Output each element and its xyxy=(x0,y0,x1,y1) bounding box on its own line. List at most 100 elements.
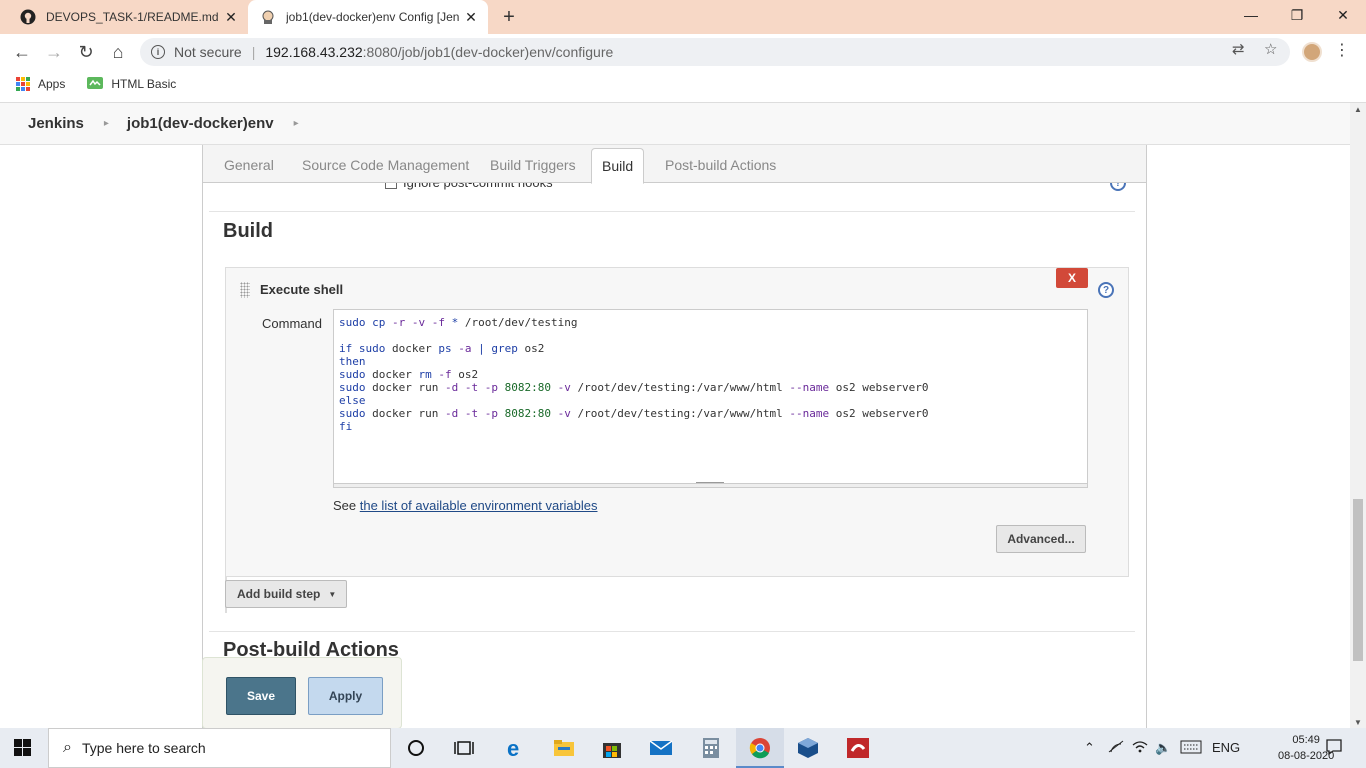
home-icon[interactable]: ⌂ xyxy=(106,40,130,64)
forward-icon[interactable]: → xyxy=(42,40,66,64)
reload-icon[interactable]: ↻ xyxy=(74,40,98,64)
scrollbar-thumb[interactable] xyxy=(1353,499,1363,661)
scroll-up-icon[interactable]: ▲ xyxy=(1354,105,1362,114)
task-view-icon[interactable] xyxy=(452,736,476,760)
terminal-app-icon[interactable] xyxy=(846,736,870,760)
drag-handle-icon[interactable] xyxy=(240,282,250,298)
command-line: fi xyxy=(339,420,353,433)
scroll-down-icon[interactable]: ▼ xyxy=(1354,718,1362,727)
apps-grid-icon xyxy=(16,77,30,91)
add-build-step-label: Add build step xyxy=(237,587,321,601)
add-build-step-button[interactable]: Add build step ▼ xyxy=(225,580,347,608)
menu-kebab-icon[interactable]: ⋮ xyxy=(1334,40,1350,60)
browser-tab-github[interactable]: DEVOPS_TASK-1/README.md at ✕ xyxy=(8,0,248,34)
tab-post-build-actions[interactable]: Post-build Actions xyxy=(665,157,776,173)
command-line: then xyxy=(339,355,366,368)
virtualbox-icon[interactable] xyxy=(796,736,820,760)
save-bar: Save Apply xyxy=(202,657,402,728)
tab-source-code-management[interactable]: Source Code Management xyxy=(302,157,469,173)
env-vars-link[interactable]: the list of available environment variab… xyxy=(360,498,598,513)
breadcrumb: Jenkins ▸ job1(dev-docker)env ▸ xyxy=(0,103,1350,145)
execute-shell-step: Execute shell X ? Command sudo cp -r -v … xyxy=(225,267,1129,577)
page-scrollbar[interactable]: ▲ ▼ xyxy=(1350,103,1366,728)
network-icon[interactable] xyxy=(1108,740,1124,757)
command-textarea[interactable]: sudo cp -r -v -f * /root/dev/testing if s… xyxy=(333,309,1088,488)
breadcrumb-arrow-icon[interactable]: ▸ xyxy=(104,118,109,129)
step-title: Execute shell xyxy=(260,282,344,297)
search-placeholder: Type here to search xyxy=(81,740,206,756)
config-tabs: General Source Code Management Build Tri… xyxy=(203,145,1146,184)
html-basic-icon xyxy=(87,76,104,92)
search-icon: ⌕ xyxy=(63,739,72,756)
minimize-icon[interactable]: — xyxy=(1228,0,1274,30)
help-icon[interactable]: ? xyxy=(1098,282,1114,298)
taskbar-search[interactable]: ⌕ Type here to search xyxy=(48,728,391,768)
svg-text:e: e xyxy=(507,737,519,759)
wifi-icon[interactable] xyxy=(1132,740,1148,757)
address-separator: | xyxy=(251,44,256,60)
env-vars-hint: See the list of available environment va… xyxy=(333,498,598,513)
config-form: Ignore post-commit hooks ? General Sourc… xyxy=(202,145,1147,728)
tab-title: DEVOPS_TASK-1/README.md at xyxy=(46,10,220,24)
command-label: Command xyxy=(262,316,322,331)
caret-down-icon: ▼ xyxy=(328,589,337,599)
github-icon xyxy=(20,9,36,25)
translate-icon[interactable]: ⇄ xyxy=(1232,40,1245,58)
address-bar[interactable]: i Not secure | 192.168.43.232 :8080/job/… xyxy=(140,38,1290,66)
bookmark-label: Apps xyxy=(38,77,66,91)
windows-taskbar: ⌕ Type here to search e ⌃ 🔈 ENG 05:49 08… xyxy=(0,728,1366,768)
command-line: if sudo docker ps -a | grep os2 xyxy=(339,342,545,355)
section-divider xyxy=(209,631,1135,632)
calculator-icon[interactable] xyxy=(699,736,723,760)
delete-step-button[interactable]: X xyxy=(1056,268,1088,288)
jenkins-icon xyxy=(260,9,276,25)
tab-general[interactable]: General xyxy=(224,157,274,173)
save-button[interactable]: Save xyxy=(226,677,296,715)
see-prefix: See xyxy=(333,498,360,513)
tab-build-triggers[interactable]: Build Triggers xyxy=(490,157,576,173)
breadcrumb-arrow-icon[interactable]: ▸ xyxy=(294,118,299,129)
apply-button[interactable]: Apply xyxy=(308,677,383,715)
section-divider xyxy=(209,211,1135,212)
breadcrumb-jenkins[interactable]: Jenkins xyxy=(28,115,84,132)
bookmark-star-icon[interactable]: ☆ xyxy=(1264,40,1277,58)
store-icon[interactable] xyxy=(600,736,624,760)
command-line xyxy=(339,329,929,342)
keyboard-icon[interactable] xyxy=(1180,740,1202,757)
close-window-icon[interactable]: ✕ xyxy=(1320,0,1366,30)
build-section-title: Build xyxy=(223,220,273,242)
new-tab-button[interactable]: + xyxy=(498,6,520,28)
close-tab-icon[interactable]: ✕ xyxy=(460,9,482,26)
browser-tab-jenkins[interactable]: job1(dev-docker)env Config [Jenki ✕ xyxy=(248,0,488,34)
tray-chevron-icon[interactable]: ⌃ xyxy=(1084,740,1095,756)
restore-icon[interactable]: ❐ xyxy=(1274,0,1320,30)
tab-title: job1(dev-docker)env Config [Jenki xyxy=(286,10,460,24)
windows-start-icon[interactable] xyxy=(14,739,31,756)
browser-tabstrip: DEVOPS_TASK-1/README.md at ✕ job1(dev-do… xyxy=(0,0,1366,34)
advanced-button[interactable]: Advanced... xyxy=(996,525,1086,553)
command-text: sudo cp -r -v -f * /root/dev/testing if s… xyxy=(339,316,929,433)
browser-toolbar: ← → ↻ ⌂ i Not secure | 192.168.43.232 :8… xyxy=(0,34,1366,70)
info-icon[interactable]: i xyxy=(151,45,165,59)
command-line: else xyxy=(339,394,366,407)
close-tab-icon[interactable]: ✕ xyxy=(220,9,242,26)
tab-build[interactable]: Build xyxy=(591,148,645,184)
file-explorer-icon[interactable] xyxy=(552,736,576,760)
jenkins-page: Jenkins ▸ job1(dev-docker)env ▸ Ignore p… xyxy=(0,102,1366,728)
back-icon[interactable]: ← xyxy=(10,40,34,64)
bookmark-label: HTML Basic xyxy=(111,77,177,91)
bookmark-apps[interactable]: Apps xyxy=(16,77,65,91)
textarea-resize-bar[interactable] xyxy=(334,483,1087,487)
notifications-icon[interactable] xyxy=(1325,738,1343,759)
address-path: :8080/job/job1(dev-docker)env/configure xyxy=(362,44,614,60)
cortana-icon[interactable] xyxy=(404,736,428,760)
chrome-icon[interactable] xyxy=(748,736,772,760)
bookmark-html-basic[interactable]: HTML Basic xyxy=(87,76,177,92)
edge-icon[interactable]: e xyxy=(503,736,527,760)
profile-avatar[interactable] xyxy=(1302,42,1322,62)
breadcrumb-job[interactable]: job1(dev-docker)env xyxy=(127,115,274,132)
language-indicator[interactable]: ENG xyxy=(1212,740,1240,755)
mail-icon[interactable] xyxy=(649,736,673,760)
command-line: sudo docker run -d -t -p 8082:80 -v /roo… xyxy=(339,381,929,394)
volume-icon[interactable]: 🔈 xyxy=(1155,740,1171,756)
